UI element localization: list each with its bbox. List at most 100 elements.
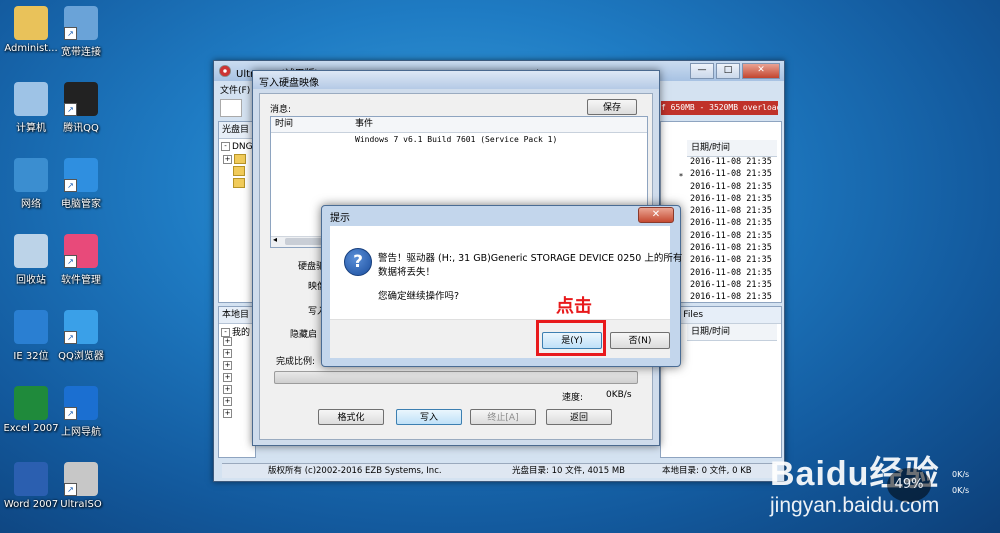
- desktop-icon[interactable]: ↗ 宽带连接: [50, 6, 112, 58]
- cd-tree-panel: 光盘目 - DNG +: [218, 121, 256, 303]
- new-file-toolbar-icon[interactable]: [220, 99, 242, 117]
- software-manager-icon: ↗: [64, 234, 98, 268]
- local-tree-node[interactable]: +: [223, 409, 234, 419]
- menu-file[interactable]: 文件(F): [220, 83, 250, 97]
- shortcut-arrow-icon: ↗: [64, 331, 77, 344]
- folder-icon: [233, 178, 245, 188]
- shortcut-arrow-icon: ↗: [64, 483, 77, 496]
- file-date-cell: 2016-11-08 21:35: [690, 279, 772, 290]
- close-button[interactable]: ✕: [742, 63, 780, 79]
- cd-panel-tab[interactable]: 光盘目: [219, 122, 255, 139]
- desktop-icon[interactable]: ↗ 电脑管家: [50, 158, 112, 210]
- local-tree-node[interactable]: +: [223, 361, 234, 371]
- network-globe-icon: [14, 158, 48, 192]
- write-dialog-title: 写入硬盘映像: [259, 78, 319, 89]
- click-callout-text: 点击: [556, 296, 592, 317]
- desktop-icon-label: 宽带连接: [61, 47, 101, 58]
- file-date-cell: 2016-11-08 21:35: [690, 181, 772, 192]
- cd-tree-folder[interactable]: [233, 178, 245, 189]
- file-date-cell: 2016-11-08 21:35: [690, 157, 772, 167]
- local-tree-node[interactable]: +: [223, 373, 234, 383]
- desktop-icon[interactable]: ↗ QQ浏览器: [50, 310, 112, 362]
- confirm-prompt-dialog: 提示 ✕ ? 警告！驱动器 (H:, 31 GB)Generic STORAGE…: [321, 205, 682, 367]
- file-pointer-icon: *: [679, 172, 683, 181]
- local-tree-node[interactable]: +: [223, 385, 234, 395]
- cd-dir-status: 光盘目录: 10 文件, 4015 MB: [512, 466, 625, 476]
- write-button[interactable]: 写入: [396, 409, 462, 425]
- prompt-close-button[interactable]: ✕: [638, 207, 674, 223]
- back-button[interactable]: 返回: [546, 409, 612, 425]
- cd-tree-folder[interactable]: [233, 166, 245, 177]
- local-tree-node[interactable]: +: [223, 397, 234, 407]
- local-panel-tab[interactable]: 本地目: [219, 307, 255, 324]
- copyright-text: 版权所有 (c)2002-2016 EZB Systems, Inc.: [268, 466, 442, 476]
- file-date-cell: 2016-11-08 21:35: [690, 230, 772, 241]
- folder-icon: [233, 166, 245, 176]
- speed-label: 速度:: [562, 393, 584, 403]
- log-col-time[interactable]: 时间: [275, 117, 293, 132]
- desktop-icon-label: QQ浏览器: [58, 351, 104, 362]
- internet-explorer-icon: [14, 310, 48, 344]
- qq-browser-icon: ↗: [64, 310, 98, 344]
- main-status-bar: 版权所有 (c)2002-2016 EZB Systems, Inc. 光盘目录…: [222, 463, 776, 478]
- excel-icon: [14, 386, 48, 420]
- maximize-button[interactable]: □: [716, 63, 740, 79]
- pc-manager-shield-icon: ↗: [64, 158, 98, 192]
- shortcut-arrow-icon: ↗: [64, 407, 77, 420]
- file-date-cell: 2016-11-08 21:35: [690, 193, 772, 204]
- file-date-cell: 2016-11-08 21:35: [690, 169, 772, 180]
- hidden-boot-label: 隐藏启: [290, 330, 318, 340]
- scroll-thumb[interactable]: [285, 238, 325, 245]
- shortcut-arrow-icon: ↗: [64, 27, 77, 40]
- ultraiso-disc-icon: ↗: [64, 462, 98, 496]
- desktop-icon[interactable]: ↗ 软件管理: [50, 234, 112, 286]
- web-navigation-icon: ↗: [64, 386, 98, 420]
- file-date-cell: 2016-11-08 21:35: [690, 218, 772, 229]
- qq-penguin-icon: ↗: [64, 82, 98, 116]
- format-button[interactable]: 格式化: [318, 409, 384, 425]
- resource-percent-gauge[interactable]: 49%: [887, 468, 931, 502]
- file-date-cell: 2016-11-08 21:35: [690, 292, 772, 303]
- file-date-cell: 2016-11-08 21:35: [690, 243, 772, 254]
- log-header: 时间 事件: [271, 117, 647, 133]
- progress-label: 完成比例:: [276, 357, 316, 367]
- upload-speed: 0K/s: [952, 470, 970, 479]
- minimize-button[interactable]: —: [690, 63, 714, 79]
- local-tree-node[interactable]: +: [223, 349, 234, 359]
- shortcut-arrow-icon: ↗: [64, 255, 77, 268]
- prompt-title: 提示: [330, 213, 350, 224]
- baidu-jingyan-watermark: Baidu经验 jingyan.baidu.com 49%: [770, 432, 995, 528]
- log-col-event[interactable]: 事件: [355, 117, 373, 132]
- desktop-icon-label: UltraISO: [60, 499, 102, 510]
- desktop-icon-label: 上网导航: [61, 427, 101, 438]
- date-column-header[interactable]: 日期/时间: [687, 140, 777, 157]
- local-dir-status: 本地目录: 0 文件, 0 KB: [662, 466, 752, 476]
- cd-tree-root[interactable]: - DNG: [221, 142, 253, 152]
- desktop-icon[interactable]: ↗ UltraISO: [50, 462, 112, 510]
- local-tree-node[interactable]: +: [223, 337, 234, 347]
- desktop-icon[interactable]: ↗ 上网导航: [50, 386, 112, 438]
- desktop-icon[interactable]: ↗ 腾讯QQ: [50, 82, 112, 134]
- no-button[interactable]: 否(N): [610, 332, 670, 349]
- app-logo-icon: [219, 65, 231, 77]
- recycle-bin-icon: [14, 234, 48, 268]
- scroll-left-arrow-icon[interactable]: ◂: [273, 235, 277, 244]
- stop-button[interactable]: 终止[A]: [470, 409, 536, 425]
- user-folder-icon: [14, 6, 48, 40]
- desktop-icon-label: 腾讯QQ: [63, 123, 99, 134]
- disc-size-bar: f 650MB - 3520MB overload: [661, 101, 778, 115]
- save-button[interactable]: 保存: [587, 99, 637, 115]
- local-date-column-header[interactable]: 日期/时间: [687, 324, 777, 341]
- prompt-footer: 是(Y) 否(N): [330, 319, 670, 358]
- write-progress-bar: [274, 371, 638, 384]
- network-connection-icon: ↗: [64, 6, 98, 40]
- desktop-icon-label: 软件管理: [61, 275, 101, 286]
- cd-tree-folder[interactable]: +: [223, 154, 246, 165]
- warning-line-1: 警告！驱动器 (H:, 31 GB)Generic STORAGE DEVICE…: [378, 253, 683, 264]
- prompt-content: ? 警告！驱动器 (H:, 31 GB)Generic STORAGE DEVI…: [330, 226, 682, 319]
- write-dialog-title-bar[interactable]: 写入硬盘映像: [253, 71, 659, 89]
- cd-file-dates: 2016-11-08 21:35 2016-11-08 21:35 2016-11-…: [690, 156, 772, 304]
- word-icon: [14, 462, 48, 496]
- question-icon: ?: [344, 248, 372, 276]
- speed-value: 0KB/s: [606, 390, 632, 400]
